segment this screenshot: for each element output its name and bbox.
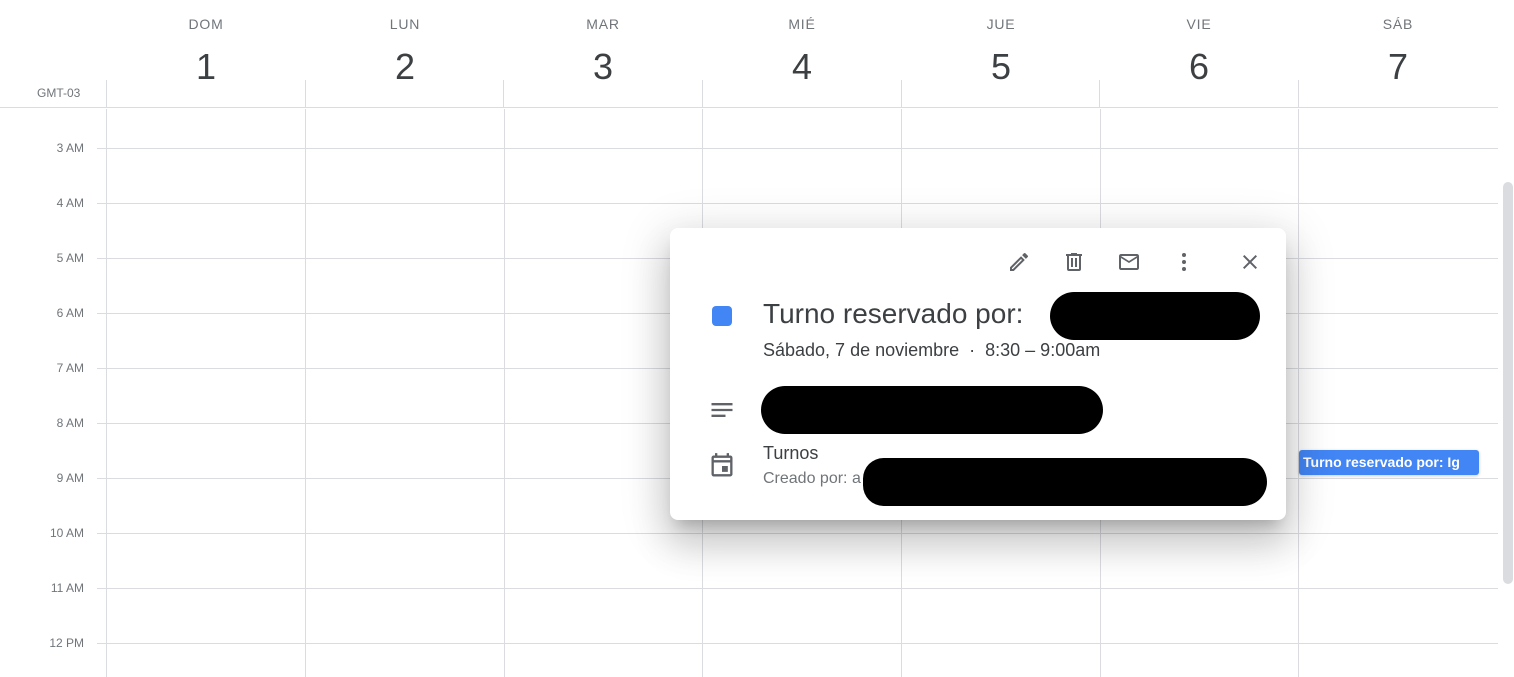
close-button[interactable] xyxy=(1234,246,1266,278)
column-divider xyxy=(106,109,107,677)
column-divider xyxy=(1298,109,1299,677)
day-name: SÁB xyxy=(1382,16,1414,32)
hour-line xyxy=(97,203,1498,204)
day-name: MAR xyxy=(586,16,620,32)
header-divider xyxy=(702,80,703,108)
created-by: Creado por: a xyxy=(763,470,861,487)
email-icon xyxy=(1119,254,1139,270)
event-chip[interactable]: Turno reservado por: Ig xyxy=(1299,450,1479,475)
day-name: LUN xyxy=(389,16,421,32)
day-header-thu[interactable]: JUE 5 xyxy=(902,0,1100,108)
day-name: JUE xyxy=(986,16,1016,32)
hour-label: 10 AM xyxy=(49,526,84,540)
hour-label: 12 PM xyxy=(49,636,84,650)
header-divider xyxy=(503,80,504,108)
week-header: DOM 1 LUN 2 MAR 3 MIÉ 4 JUE 5 VIE 6 SÁB … xyxy=(0,0,1498,108)
description-icon xyxy=(708,396,736,424)
day-number[interactable]: 2 xyxy=(306,46,504,88)
more-options-button[interactable] xyxy=(1168,246,1200,278)
scrollbar-thumb[interactable] xyxy=(1503,182,1513,584)
day-header-wed[interactable]: MIÉ 4 xyxy=(703,0,901,108)
day-header-tue[interactable]: MAR 3 xyxy=(504,0,702,108)
day-header-sat[interactable]: SÁB 7 xyxy=(1299,0,1497,108)
more-options-icon xyxy=(1182,253,1186,271)
edit-icon xyxy=(1010,252,1029,271)
column-divider xyxy=(305,109,306,677)
calendar-icon xyxy=(708,452,736,480)
event-time: 8:30 – 9:00am xyxy=(985,340,1101,360)
day-number[interactable]: 1 xyxy=(107,46,305,88)
day-number[interactable]: 7 xyxy=(1299,46,1497,88)
day-name: DOM xyxy=(188,16,224,32)
day-name: MIÉ xyxy=(788,16,816,32)
close-icon xyxy=(1243,255,1257,269)
event-details-popup: Turno reservado por: Sábado, 7 de noviem… xyxy=(670,228,1286,520)
redaction-mark xyxy=(1050,292,1260,340)
day-name: VIE xyxy=(1186,16,1212,32)
hour-label: 6 AM xyxy=(56,306,84,320)
hour-line xyxy=(97,643,1498,644)
date-separator: · xyxy=(969,340,976,360)
header-divider xyxy=(106,80,107,108)
event-date-time: Sábado, 7 de noviembre · 8:30 – 9:00am xyxy=(763,340,1100,361)
day-number[interactable]: 4 xyxy=(703,46,901,88)
event-color-square xyxy=(712,306,732,326)
event-date: Sábado, 7 de noviembre xyxy=(763,340,960,360)
day-number[interactable]: 5 xyxy=(902,46,1100,88)
header-divider xyxy=(901,80,902,108)
hour-label: 4 AM xyxy=(56,196,84,210)
header-divider xyxy=(1298,80,1299,108)
hour-label: 7 AM xyxy=(56,361,84,375)
redaction-mark xyxy=(761,386,1103,434)
hour-label: 5 AM xyxy=(56,251,84,265)
redaction-mark xyxy=(863,458,1267,506)
edit-button[interactable] xyxy=(1003,246,1035,278)
day-number[interactable]: 6 xyxy=(1100,46,1298,88)
hour-line xyxy=(97,148,1498,149)
header-divider xyxy=(1099,80,1100,108)
hour-line xyxy=(97,533,1498,534)
delete-icon xyxy=(1066,253,1082,271)
column-divider xyxy=(504,109,505,677)
day-number[interactable]: 3 xyxy=(504,46,702,88)
hour-label: 11 AM xyxy=(50,581,84,595)
event-title: Turno reservado por: xyxy=(763,298,1024,329)
header-divider xyxy=(305,80,306,108)
day-header-sun[interactable]: DOM 1 xyxy=(107,0,305,108)
day-header-mon[interactable]: LUN 2 xyxy=(306,0,504,108)
hour-label: 9 AM xyxy=(56,471,84,485)
timezone-label: GMT-03 xyxy=(37,86,81,100)
email-guests-button[interactable] xyxy=(1113,246,1145,278)
delete-button[interactable] xyxy=(1058,246,1090,278)
hour-label: 3 AM xyxy=(56,141,84,155)
day-header-fri[interactable]: VIE 6 xyxy=(1100,0,1298,108)
calendar-name: Turnos xyxy=(763,443,819,463)
hour-line xyxy=(97,588,1498,589)
hour-label: 8 AM xyxy=(56,416,84,430)
